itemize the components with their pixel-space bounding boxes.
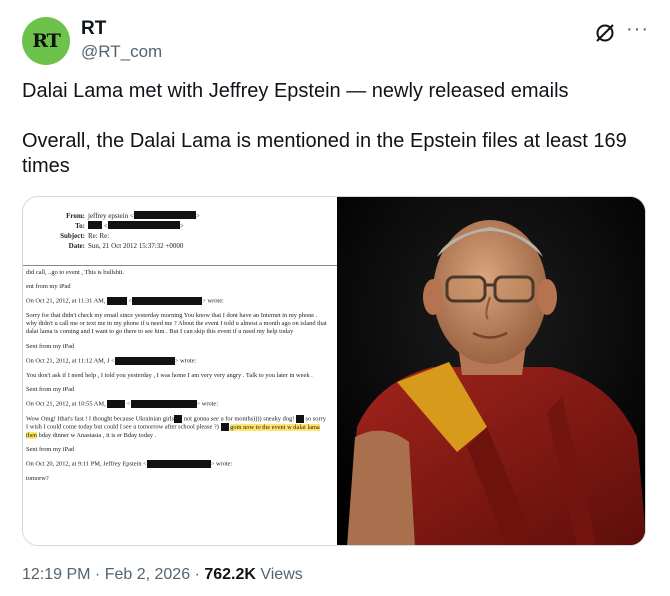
email-line: You don't ask if I need help , I told yo… <box>26 371 313 379</box>
email-text: Wow Omg! Ithat's fast ! I thought becaus… <box>26 415 175 423</box>
views-count[interactable]: 762.2K <box>204 566 256 583</box>
email-text: > wrote: <box>202 297 224 305</box>
redaction-bar <box>295 414 304 423</box>
email-text: bday dinner w Anastasia , it is er Bday … <box>38 431 157 439</box>
redaction-bar <box>220 423 229 432</box>
email-line: On Oct 20, 2012, at 9:11 PM, Jeffrey Eps… <box>26 460 328 469</box>
email-document-image[interactable]: From: jeffrey epstein < > To: < > Subject: R… <box>23 197 337 545</box>
email-line: ent from my iPad <box>26 283 71 291</box>
from-value: jeffrey epstein < <box>88 212 134 220</box>
email-text: > wrote: <box>210 460 233 468</box>
more-horizontal-icon[interactable]: ··· <box>626 18 649 41</box>
portrait-photo[interactable] <box>337 197 646 546</box>
email-text: On Oct 20, 2012, at 9:11 PM, Jeffrey Eps… <box>26 460 147 468</box>
redaction-bar <box>132 297 203 306</box>
subject-label: Subject: <box>60 232 85 240</box>
avatar[interactable]: RT <box>22 17 70 65</box>
tweet-time[interactable]: 12:19 PM <box>22 566 90 583</box>
email-text: On Oct 21, 2012, at 11:31 AM, <box>26 297 106 305</box>
redaction-bar <box>107 297 128 306</box>
email-header: From: jeffrey epstein < > To: < > Subject: R… <box>37 211 200 251</box>
redaction-bar <box>107 221 180 229</box>
date-label: Date: <box>68 242 85 250</box>
tweet-text-line-1: Dalai Lama met with Jeffrey Epstein — ne… <box>22 80 569 102</box>
from-label: From: <box>66 212 85 220</box>
author-handle[interactable]: @RT_com <box>81 42 162 62</box>
tweet-meta: 12:19 PM · Feb 2, 2026 · 762.2K Views <box>22 566 303 584</box>
tweet: RT RT @RT_com ··· Dalai Lama met with Je… <box>0 0 670 596</box>
email-line: Sent from my iPad <box>26 385 75 393</box>
redaction-bar <box>130 399 197 408</box>
email-line: tomorw? <box>26 475 49 483</box>
email-body: did call, ..go to event , This is bullsh… <box>26 269 328 489</box>
email-text: On Oct 21, 2012, at 11:12 AM, J < <box>26 357 115 365</box>
email-text: > wrote: <box>196 400 219 408</box>
redaction-bar <box>174 414 183 423</box>
to-label: To: <box>75 222 85 230</box>
email-line: On Oct 21, 2012, at 11:31 AM, < > wrote: <box>26 297 224 306</box>
email-line: did call, ..go to event , This is bullsh… <box>26 269 125 276</box>
tweet-date[interactable]: Feb 2, 2026 <box>105 566 190 583</box>
redaction-bar <box>146 460 211 469</box>
author-name[interactable]: RT <box>81 18 106 40</box>
tweet-text: Dalai Lama met with Jeffrey Epstein — ne… <box>22 79 642 204</box>
redaction-bar <box>114 356 175 365</box>
redaction-bar <box>107 399 126 408</box>
tweet-text-line-2: Overall, the Dalai Lama is mentioned in … <box>22 130 627 177</box>
email-line: Wow Omg! Ithat's fast ! I thought becaus… <box>26 414 328 441</box>
email-text: On Oct 21, 2012, at 10:55 AM, <box>26 400 106 408</box>
email-line: On Oct 21, 2012, at 10:55 AM, < > wrote: <box>26 399 219 408</box>
email-line: Sent from my iPad <box>26 342 75 350</box>
email-line: Sent from my iPad <box>26 446 75 454</box>
media-attachment[interactable]: From: jeffrey epstein < > To: < > Subject: R… <box>22 196 646 546</box>
email-line: On Oct 21, 2012, at 11:12 AM, J < > wrote… <box>26 356 328 366</box>
separator-dot: · <box>90 566 105 583</box>
email-text: > wrote: <box>174 357 197 365</box>
email-text: not gonna see u for months)))) sneaky do… <box>183 415 295 423</box>
slashed-circle-icon[interactable] <box>594 22 616 44</box>
redaction-bar <box>133 211 196 219</box>
redaction-bar <box>88 221 102 229</box>
separator-dot: · <box>190 566 205 583</box>
views-label: Views <box>255 566 303 583</box>
date-value: Sun, 21 Oct 2012 15:37:32 +0000 <box>88 242 184 250</box>
subject-value: Re: Re: <box>88 232 110 240</box>
avatar-logo-text: RT <box>32 30 61 52</box>
email-line: Sorry for that didn't check my email sin… <box>26 312 327 336</box>
divider <box>23 265 337 266</box>
